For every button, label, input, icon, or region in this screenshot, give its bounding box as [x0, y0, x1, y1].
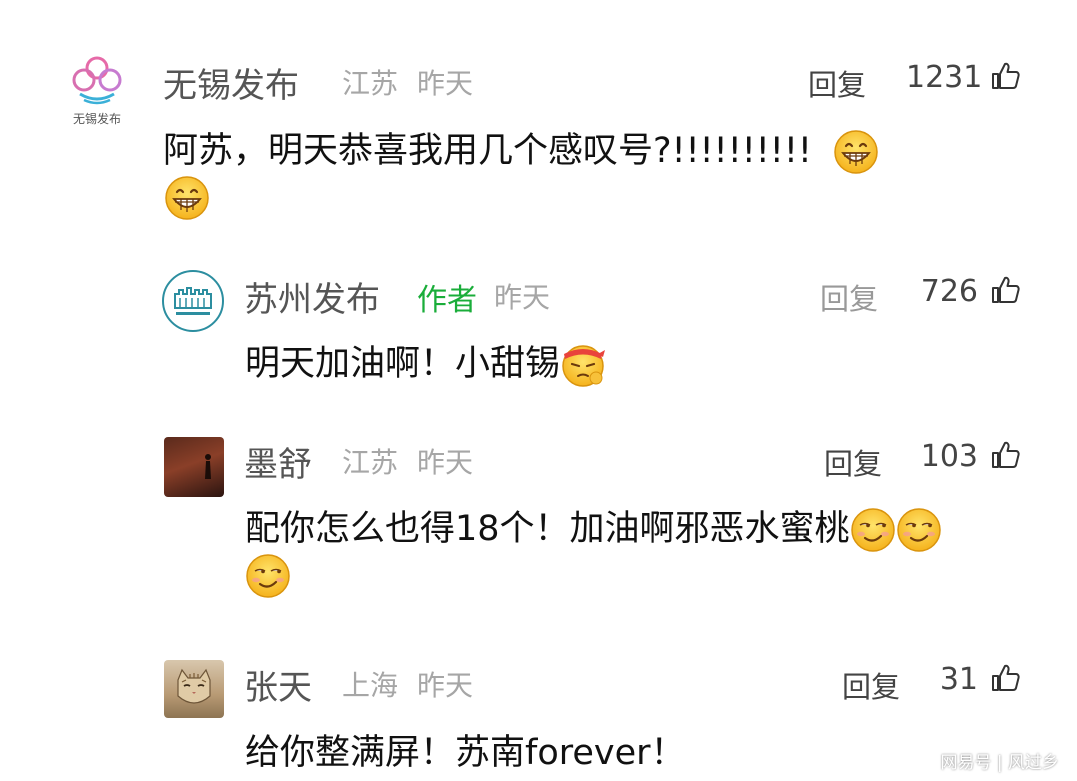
avatar[interactable] — [164, 660, 224, 718]
smirk-emoji-icon — [245, 553, 291, 599]
commenter-name[interactable]: 张天 — [244, 660, 312, 709]
thumbs-up-icon[interactable] — [989, 662, 1021, 694]
avatar[interactable] — [162, 270, 224, 332]
comment-time: 昨天 — [417, 669, 474, 702]
comment-time: 昨天 — [417, 446, 474, 479]
smirk-emoji-icon — [896, 507, 942, 553]
comment-text: 阿苏，明天恭喜我用几个感叹号?!!!!!!!!!! — [163, 122, 879, 175]
cat-photo-icon — [177, 668, 211, 704]
like-count: 726 — [920, 274, 978, 309]
thumbs-up-icon[interactable] — [989, 60, 1021, 92]
watermark: 网易号 | 风过乡 — [940, 753, 1059, 773]
comment-text-content: 明天加油啊！小甜锡 — [245, 344, 561, 384]
comment-text: 明天加油啊！小甜锡 — [245, 335, 606, 388]
suzhou-logo-icon — [174, 287, 212, 315]
comment-text: 配你怎么也得18个！加油啊邪恶水蜜桃 — [245, 500, 942, 553]
comment-location: 江苏 — [342, 67, 399, 100]
comment-text-content: 配你怎么也得18个！加油啊邪恶水蜜桃 — [245, 509, 850, 549]
thumbs-up-icon[interactable] — [989, 274, 1021, 306]
silhouette-photo-icon — [205, 454, 211, 479]
smirk-emoji-icon — [850, 507, 896, 553]
comment-location: 上海 — [342, 669, 399, 702]
like-count: 1231 — [906, 60, 983, 95]
avatar-caption: 无锡发布 — [72, 112, 121, 126]
comment-time: 昨天 — [494, 281, 551, 314]
commenter-name[interactable]: 苏州发布 — [244, 272, 380, 321]
comment-location: 江苏 — [342, 446, 399, 479]
comment-text: 给你整满屏！苏南forever！ — [245, 733, 686, 773]
grin-emoji-icon — [833, 129, 879, 175]
avatar[interactable]: 无锡发布 — [62, 52, 132, 132]
comment-time: 昨天 — [417, 67, 474, 100]
thumbs-up-icon[interactable] — [989, 439, 1021, 471]
reply-button[interactable]: 回复 — [808, 62, 866, 104]
grin-emoji-icon — [164, 175, 210, 221]
avatar[interactable] — [164, 437, 224, 497]
cheer-emoji-icon — [560, 342, 606, 388]
comment-text-content: 阿苏，明天恭喜我用几个感叹号?!!!!!!!!!! — [163, 131, 812, 171]
author-badge: 作者 — [417, 283, 477, 318]
commenter-name[interactable]: 墨舒 — [244, 437, 312, 486]
commenter-name[interactable]: 无锡发布 — [163, 58, 299, 107]
reply-button[interactable]: 回复 — [842, 664, 900, 706]
reply-button[interactable]: 回复 — [820, 276, 878, 318]
reply-button[interactable]: 回复 — [824, 441, 882, 483]
like-count: 31 — [939, 662, 978, 697]
like-count: 103 — [920, 439, 978, 474]
